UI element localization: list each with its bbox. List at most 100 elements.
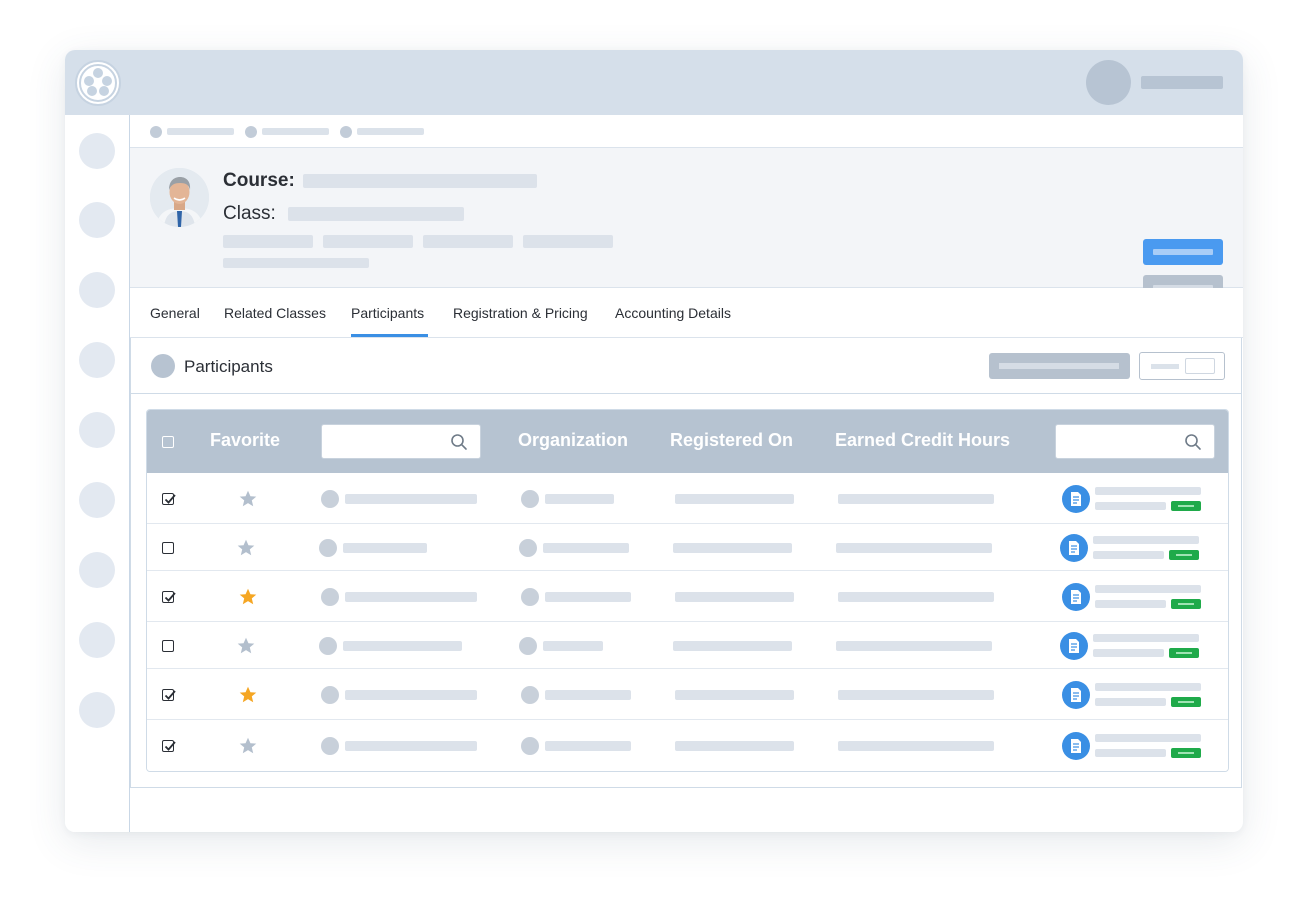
- sidebar-item[interactable]: [79, 482, 115, 518]
- sidebar-item[interactable]: [79, 622, 115, 658]
- meta-placeholder: [423, 235, 513, 248]
- participant-name-placeholder[interactable]: [343, 641, 462, 651]
- participant-name-placeholder[interactable]: [345, 741, 477, 751]
- document-icon[interactable]: [1060, 632, 1088, 660]
- sidebar-item[interactable]: [79, 272, 115, 308]
- breadcrumb: [130, 115, 1243, 148]
- participant-name-placeholder[interactable]: [345, 494, 477, 504]
- panel-action-button[interactable]: [989, 353, 1130, 379]
- document-meta-placeholder: [1095, 600, 1166, 608]
- column-header-earned-credit-hours[interactable]: Earned Credit Hours: [835, 430, 1010, 451]
- breadcrumb-icon: [245, 126, 257, 138]
- document-icon[interactable]: [1062, 732, 1090, 760]
- top-bar: [65, 50, 1243, 115]
- tab-accounting-details[interactable]: Accounting Details: [615, 305, 731, 321]
- star-icon[interactable]: [238, 685, 258, 705]
- document-icon[interactable]: [1062, 485, 1090, 513]
- document-meta-placeholder: [1095, 749, 1166, 757]
- search-icon: [451, 434, 467, 450]
- table-row[interactable]: [147, 720, 1228, 771]
- tab-general[interactable]: General: [150, 305, 200, 321]
- name-search-input[interactable]: [321, 424, 481, 459]
- column-header-organization[interactable]: Organization: [518, 430, 628, 451]
- row-checkbox[interactable]: [162, 689, 176, 701]
- sidebar-item[interactable]: [79, 412, 115, 448]
- breadcrumb-item[interactable]: [262, 128, 329, 135]
- row-checkbox[interactable]: [162, 640, 174, 652]
- participants-panel: Participants Favorite Organization Regis…: [130, 338, 1242, 788]
- sidebar-item[interactable]: [79, 692, 115, 728]
- tab-participants[interactable]: Participants: [351, 305, 424, 321]
- participant-name-placeholder[interactable]: [345, 690, 477, 700]
- document-title-placeholder: [1093, 536, 1199, 544]
- organization-placeholder: [545, 592, 631, 602]
- document-meta-placeholder: [1095, 502, 1166, 510]
- status-badge: [1171, 748, 1201, 758]
- document-search-input[interactable]: [1055, 424, 1215, 459]
- table-row[interactable]: [147, 571, 1228, 622]
- registered-on-placeholder: [675, 494, 794, 504]
- breadcrumb-item[interactable]: [167, 128, 234, 135]
- table-row[interactable]: [147, 622, 1228, 669]
- column-header-favorite[interactable]: Favorite: [210, 430, 280, 451]
- organization-icon: [521, 737, 539, 755]
- document-icon[interactable]: [1062, 583, 1090, 611]
- row-checkbox[interactable]: [162, 740, 176, 752]
- sidebar-item[interactable]: [79, 552, 115, 588]
- status-badge: [1171, 697, 1201, 707]
- select-all-checkbox[interactable]: [162, 436, 174, 448]
- star-icon[interactable]: [236, 538, 256, 558]
- sidebar-item[interactable]: [79, 202, 115, 238]
- meta-placeholder: [323, 235, 413, 248]
- app-logo-icon[interactable]: [75, 60, 121, 106]
- registered-on-placeholder: [673, 641, 792, 651]
- organization-placeholder: [545, 741, 631, 751]
- organization-icon: [521, 686, 539, 704]
- star-icon[interactable]: [238, 587, 258, 607]
- panel-header: Participants: [131, 338, 1242, 394]
- star-icon[interactable]: [236, 636, 256, 656]
- participant-name-placeholder[interactable]: [345, 592, 477, 602]
- participant-avatar: [319, 637, 337, 655]
- status-badge: [1169, 550, 1199, 560]
- primary-action-button[interactable]: [1143, 239, 1223, 265]
- credit-hours-placeholder: [838, 592, 994, 602]
- table-row[interactable]: [147, 524, 1228, 571]
- search-icon: [1185, 434, 1201, 450]
- instructor-avatar: [150, 168, 209, 227]
- organization-icon: [521, 490, 539, 508]
- panel-toggle-button[interactable]: [1139, 352, 1225, 380]
- star-icon[interactable]: [238, 736, 258, 756]
- participant-avatar: [321, 737, 339, 755]
- sidebar: [65, 115, 130, 832]
- active-tab-indicator: [351, 334, 428, 337]
- user-avatar[interactable]: [1086, 60, 1131, 105]
- table-row[interactable]: [147, 669, 1228, 720]
- credit-hours-placeholder: [838, 741, 994, 751]
- participant-name-placeholder[interactable]: [343, 543, 427, 553]
- app-window: Course: Class: General Related Classes P…: [65, 50, 1243, 832]
- user-name-placeholder[interactable]: [1141, 76, 1223, 89]
- document-icon[interactable]: [1060, 534, 1088, 562]
- breadcrumb-icon: [340, 126, 352, 138]
- tab-related-classes[interactable]: Related Classes: [224, 305, 326, 321]
- sidebar-item[interactable]: [79, 133, 115, 169]
- row-checkbox[interactable]: [162, 493, 176, 505]
- organization-icon: [521, 588, 539, 606]
- registered-on-placeholder: [675, 690, 794, 700]
- organization-placeholder: [543, 543, 629, 553]
- column-header-registered-on[interactable]: Registered On: [670, 430, 793, 451]
- table-row[interactable]: [147, 473, 1228, 524]
- breadcrumb-item[interactable]: [357, 128, 424, 135]
- document-meta-placeholder: [1095, 698, 1166, 706]
- sidebar-item[interactable]: [79, 342, 115, 378]
- star-icon[interactable]: [238, 489, 258, 509]
- registered-on-placeholder: [673, 543, 792, 553]
- document-title-placeholder: [1095, 734, 1201, 742]
- row-checkbox[interactable]: [162, 542, 174, 554]
- tab-registration-pricing[interactable]: Registration & Pricing: [453, 305, 588, 321]
- course-name-placeholder: [303, 174, 537, 188]
- document-icon[interactable]: [1062, 681, 1090, 709]
- participant-avatar: [321, 686, 339, 704]
- row-checkbox[interactable]: [162, 591, 176, 603]
